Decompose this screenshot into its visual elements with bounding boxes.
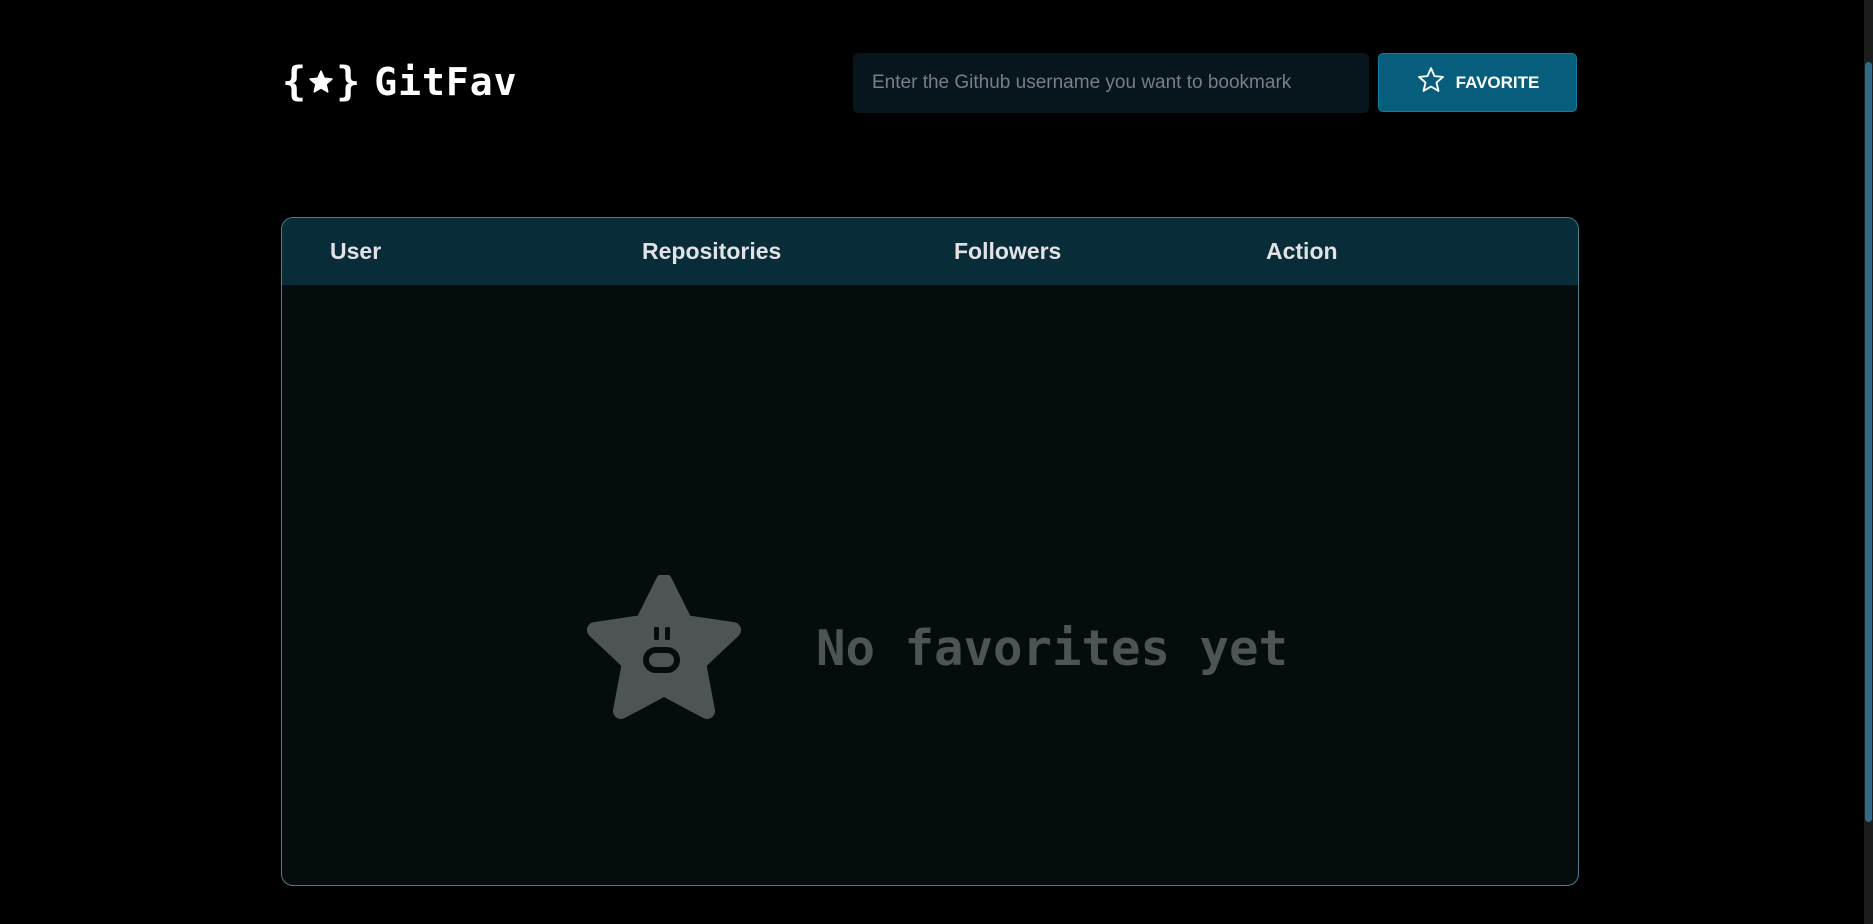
favorites-table: User Repositories Followers Action No fa…: [281, 217, 1579, 886]
column-header-user: User: [330, 238, 382, 264]
star-outline-icon: [1416, 65, 1446, 100]
github-username-input[interactable]: [853, 53, 1369, 113]
page: { } GitFav FAVORITE User Repositories Fo…: [0, 0, 1873, 924]
column-header-followers: Followers: [954, 238, 1062, 264]
surprised-star-icon: [583, 573, 745, 732]
column-header-action: Action: [1266, 238, 1338, 264]
scrollbar-thumb[interactable]: [1865, 62, 1872, 822]
empty-state: No favorites yet: [282, 285, 1578, 885]
braces-star-icon: { }: [282, 59, 361, 105]
favorite-button[interactable]: FAVORITE: [1378, 53, 1577, 112]
column-header-repositories: Repositories: [642, 238, 782, 264]
table-header: User Repositories Followers Action: [282, 218, 1578, 285]
favorite-button-label: FAVORITE: [1455, 72, 1540, 92]
logo-name: GitFav: [374, 60, 518, 104]
page-scrollbar[interactable]: [1864, 0, 1873, 924]
logo[interactable]: { } GitFav: [282, 60, 517, 104]
empty-message: No favorites yet: [816, 620, 1289, 677]
